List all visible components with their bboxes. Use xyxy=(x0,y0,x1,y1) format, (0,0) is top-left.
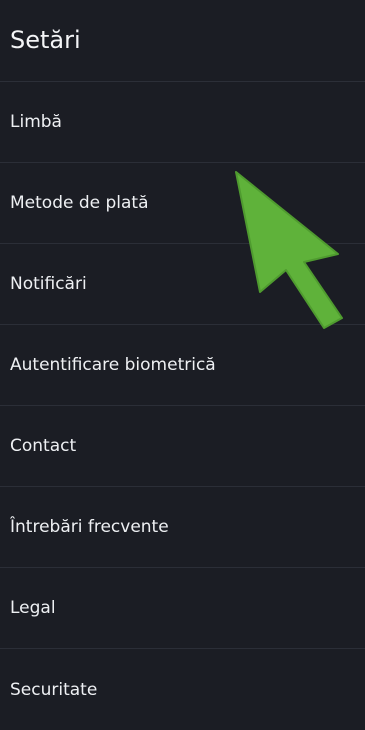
settings-item-notifications[interactable]: Notificări xyxy=(0,244,365,325)
settings-item-label: Legal xyxy=(10,598,56,618)
settings-item-label: Contact xyxy=(10,436,77,456)
settings-item-label: Securitate xyxy=(10,679,98,700)
settings-item-security[interactable]: Securitate xyxy=(0,649,365,730)
settings-item-label: Notificări xyxy=(10,274,87,294)
settings-item-label: Întrebări frecvente xyxy=(10,517,169,537)
settings-screen: Setări Limbă Metode de plată Notificări … xyxy=(0,0,365,722)
settings-list: Limbă Metode de plată Notificări Autenti… xyxy=(0,82,365,730)
page-title: Setări xyxy=(10,26,81,54)
settings-item-contact[interactable]: Contact xyxy=(0,406,365,487)
settings-item-language[interactable]: Limbă xyxy=(0,82,365,163)
settings-item-label: Autentificare biometrică xyxy=(10,355,216,375)
settings-item-biometric-auth[interactable]: Autentificare biometrică xyxy=(0,325,365,406)
settings-item-faq[interactable]: Întrebări frecvente xyxy=(0,487,365,568)
settings-item-payment-methods[interactable]: Metode de plată xyxy=(0,163,365,244)
header: Setări xyxy=(0,0,365,82)
settings-item-legal[interactable]: Legal xyxy=(0,568,365,649)
settings-item-label: Metode de plată xyxy=(10,193,149,213)
settings-item-label: Limbă xyxy=(10,112,62,132)
